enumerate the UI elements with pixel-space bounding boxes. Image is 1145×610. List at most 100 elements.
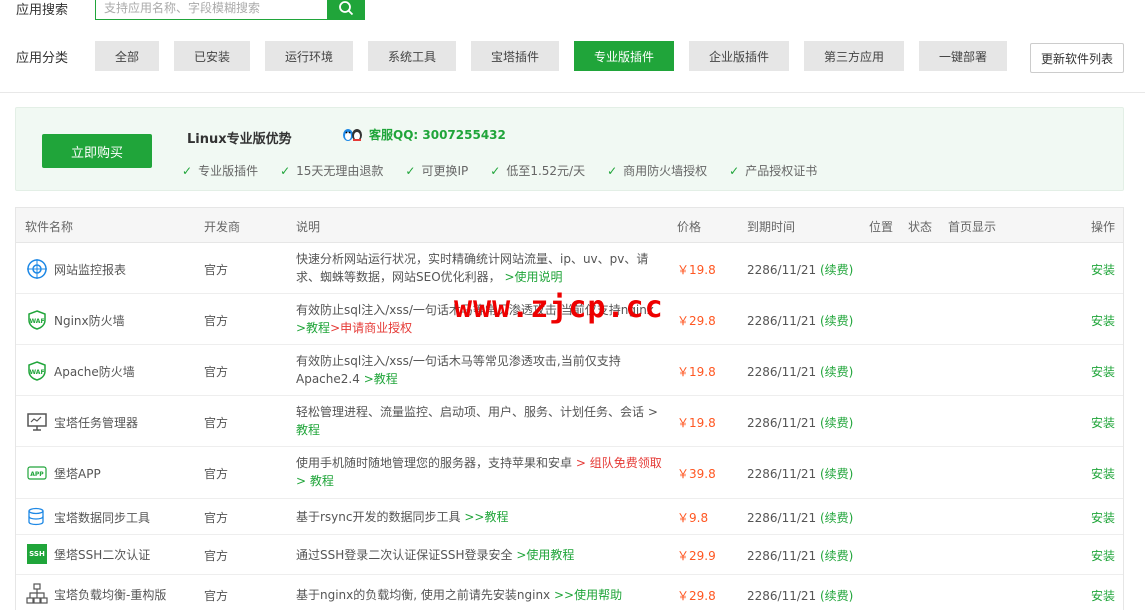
category-all[interactable]: 全部: [95, 41, 159, 71]
header-position[interactable]: 位置: [869, 218, 893, 235]
search-input[interactable]: [95, 0, 327, 20]
banner-title: Linux专业版优势: [187, 132, 292, 147]
software-name[interactable]: SSH 堡塔SSH二次认证: [26, 543, 150, 565]
feature-label: 商用防火墙授权: [623, 164, 708, 178]
description-text: 通过SSH登录二次认证保证SSH登录安全: [296, 548, 513, 562]
vendor: 官方: [204, 589, 229, 603]
software-name-label: 堡塔APP: [54, 466, 101, 481]
category-enterprise-plugins[interactable]: 企业版插件: [689, 41, 789, 71]
header-expire: 到期时间: [747, 220, 796, 234]
description: 通过SSH登录二次认证保证SSH登录安全 >使用教程: [296, 546, 666, 564]
feature-label: 专业版插件: [198, 164, 259, 178]
category-runtime[interactable]: 运行环境: [265, 41, 353, 71]
software-name[interactable]: 宝塔负载均衡-重构版: [26, 583, 166, 605]
renew-link[interactable]: (续费): [820, 511, 853, 525]
renew-link[interactable]: (续费): [820, 589, 853, 603]
price: ￥9.8: [677, 511, 709, 525]
feature-item: ✓ 产品授权证书: [729, 162, 817, 179]
software-name[interactable]: WAF Apache防火墙: [26, 360, 135, 382]
description-text: 基于rsync开发的数据同步工具: [296, 510, 461, 524]
renew-link[interactable]: (续费): [820, 549, 853, 563]
category-third-party[interactable]: 第三方应用: [804, 41, 904, 71]
expire-text: 2286/11/21: [747, 549, 817, 563]
feature-label: 可更换IP: [421, 164, 469, 178]
tutorial-link[interactable]: >>教程: [464, 510, 508, 524]
software-name[interactable]: 宝塔数据同步工具: [26, 506, 150, 528]
expire-text: 2286/11/21: [747, 416, 817, 430]
header-home-display[interactable]: 首页显示: [948, 218, 996, 235]
install-button[interactable]: 安装: [1091, 363, 1115, 380]
description: 基于nginx的负载均衡, 使用之前请先安装nginx >>使用帮助: [296, 586, 666, 604]
table-row: APP 堡塔APP 官方 使用手机随时随地管理您的服务器，支持苹果和安卓 > 组…: [16, 447, 1123, 499]
software-name[interactable]: WAF Nginx防火墙: [26, 309, 125, 331]
waf-shield-icon: WAF: [26, 309, 48, 331]
price: ￥29.8: [677, 314, 716, 328]
check-icon: ✓: [280, 163, 291, 178]
help-link[interactable]: >>使用帮助: [554, 588, 622, 602]
refresh-software-list-button[interactable]: 更新软件列表: [1030, 43, 1124, 73]
description: 有效防止sql注入/xss/一句话木马等常见渗透攻击,当前仅支持 Apache2…: [296, 352, 666, 388]
software-name[interactable]: 网站监控报表: [26, 258, 126, 280]
buy-now-button[interactable]: 立即购买: [42, 134, 152, 168]
install-button[interactable]: 安装: [1091, 465, 1115, 482]
install-button[interactable]: 安装: [1091, 509, 1115, 526]
qq-number: 客服QQ: 3007255432: [369, 128, 506, 142]
free-team-link[interactable]: > 组队免费领取: [576, 456, 662, 470]
qq-contact[interactable]: 客服QQ: 3007255432: [341, 126, 506, 143]
install-button[interactable]: 安装: [1091, 414, 1115, 431]
tutorial-link[interactable]: 教程: [296, 423, 320, 437]
expire-date: 2286/11/21 (续费): [747, 465, 853, 482]
search-row: 应用搜索: [16, 0, 365, 20]
description-text: 求、蜘蛛等数据，网站SEO优化利器，: [296, 270, 501, 284]
header-status[interactable]: 状态: [908, 218, 932, 235]
software-name-label: 宝塔任务管理器: [54, 415, 139, 430]
description-text: 使用手机随时随地管理您的服务器，支持苹果和安卓: [296, 456, 573, 470]
category-installed[interactable]: 已安装: [174, 41, 250, 71]
price: ￥19.8: [677, 365, 716, 379]
software-name-label: Apache防火墙: [54, 364, 135, 379]
category-one-click-deploy[interactable]: 一键部署: [919, 41, 1007, 71]
header-desc: 说明: [296, 220, 321, 234]
category-system-tools[interactable]: 系统工具: [368, 41, 456, 71]
usage-link[interactable]: >使用说明: [504, 270, 562, 284]
expire-text: 2286/11/21: [747, 314, 817, 328]
tutorial-link[interactable]: >教程: [296, 321, 330, 335]
database-sync-icon: [26, 506, 48, 528]
renew-link[interactable]: (续费): [820, 365, 853, 379]
renew-link[interactable]: (续费): [820, 467, 853, 481]
check-icon: ✓: [182, 163, 193, 178]
category-label: 应用分类: [16, 51, 69, 66]
install-button[interactable]: 安装: [1091, 547, 1115, 564]
renew-link[interactable]: (续费): [820, 416, 853, 430]
description-text: 有效防止sql注入/xss/一句话木马等常见渗透攻击,当前仅支持: [296, 354, 621, 368]
software-name-label: 网站监控报表: [54, 262, 127, 277]
expire-date: 2286/11/21 (续费): [747, 587, 853, 604]
tutorial-link[interactable]: > 教程: [296, 474, 334, 488]
category-pro-plugins[interactable]: 专业版插件: [574, 41, 674, 71]
expire-date: 2286/11/21 (续费): [747, 261, 853, 278]
install-button[interactable]: 安装: [1091, 261, 1115, 278]
check-icon: ✓: [405, 163, 416, 178]
table-row: WAF Apache防火墙 官方 有效防止sql注入/xss/一句话木马等常见渗…: [16, 345, 1123, 396]
category-bt-plugins[interactable]: 宝塔插件: [471, 41, 559, 71]
tutorial-link[interactable]: >教程: [364, 372, 398, 386]
qq-penguin-icon: [343, 128, 362, 141]
svg-text:APP: APP: [30, 471, 44, 478]
check-icon: ✓: [490, 163, 501, 178]
expire-date: 2286/11/21 (续费): [747, 547, 853, 564]
expire-date: 2286/11/21 (续费): [747, 312, 853, 329]
commercial-license-link[interactable]: >申请商业授权: [330, 321, 412, 335]
renew-link[interactable]: (续费): [820, 314, 853, 328]
svg-text:SSH: SSH: [29, 550, 45, 558]
search-label: 应用搜索: [16, 2, 69, 18]
software-name[interactable]: 宝塔任务管理器: [26, 411, 138, 433]
table-row: 网站监控报表 官方 快速分析网站运行状况，实时精确统计网站流量、ip、uv、pv…: [16, 243, 1123, 294]
install-button[interactable]: 安装: [1091, 587, 1115, 604]
tutorial-link[interactable]: >使用教程: [516, 548, 574, 562]
install-button[interactable]: 安装: [1091, 312, 1115, 329]
header-action: 操作: [1091, 220, 1116, 234]
search-button[interactable]: [327, 0, 365, 20]
expire-date: 2286/11/21 (续费): [747, 509, 853, 526]
software-name[interactable]: APP 堡塔APP: [26, 462, 101, 484]
renew-link[interactable]: (续费): [820, 263, 853, 277]
